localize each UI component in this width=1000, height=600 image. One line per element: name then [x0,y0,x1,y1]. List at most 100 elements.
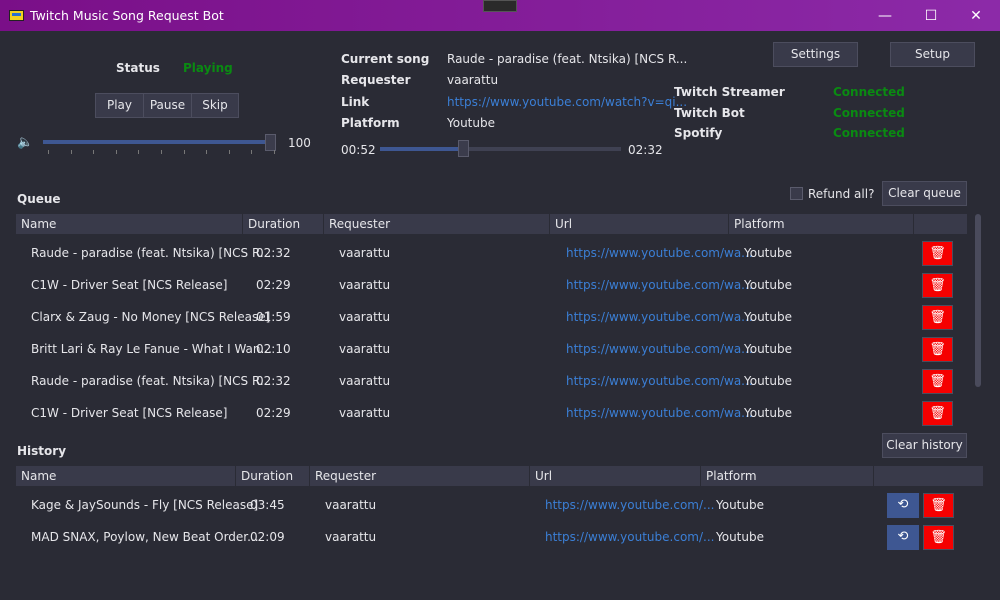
history-cell-url[interactable]: https://www.youtube.com/... [545,498,714,512]
history-cell-platform: Youtube [716,530,764,544]
history-cell-duration: 03:45 [250,498,285,512]
clear-history-button[interactable]: Clear history [882,433,967,458]
queue-row[interactable]: Raude - paradise (feat. Ntsika) [NCS R..… [0,368,1000,398]
queue-cell-requester: vaarattu [339,342,391,356]
queue-row[interactable]: Clarx & Zaug - No Money [NCS Release] 01:… [0,304,1000,334]
queue-cell-name: Raude - paradise (feat. Ntsika) [NCS R..… [31,246,272,260]
close-button[interactable]: ✕ [966,6,986,26]
volume-value: 100 [288,136,311,150]
column-divider[interactable] [913,214,914,234]
queue-cell-platform: Youtube [744,310,792,324]
current-platform: Youtube [447,116,495,130]
replay-button[interactable]: ⟲ [887,493,919,518]
column-divider[interactable] [529,466,530,486]
history-cell-name: MAD SNAX, Poylow, New Beat Order... [31,530,259,544]
queue-column-requester[interactable]: Requester [329,217,390,231]
history-cell-requester: vaarattu [325,498,377,512]
setup-button[interactable]: Setup [890,42,975,67]
delete-button[interactable]: 🗑 [922,241,953,266]
pause-button[interactable]: Pause [143,93,192,118]
settings-button[interactable]: Settings [773,42,858,67]
history-column-duration[interactable]: Duration [241,469,293,483]
volume-tick [228,150,230,154]
delete-button[interactable]: 🗑 [922,337,953,362]
queue-cell-url[interactable]: https://www.youtube.com/wa... [566,406,753,420]
column-divider[interactable] [242,214,243,234]
column-divider[interactable] [873,466,874,486]
volume-tick [70,150,72,154]
queue-cell-name: Raude - paradise (feat. Ntsika) [NCS R..… [31,374,272,388]
column-divider[interactable] [309,466,310,486]
queue-cell-url[interactable]: https://www.youtube.com/wa... [566,310,753,324]
queue-row[interactable]: C1W - Driver Seat [NCS Release] 02:29 vaar… [0,400,1000,430]
delete-button[interactable]: 🗑 [922,305,953,330]
elapsed-time: 00:52 [341,143,376,157]
queue-cell-platform: Youtube [744,278,792,292]
queue-cell-platform: Youtube [744,406,792,420]
refund-all-checkbox[interactable] [790,187,803,200]
delete-button[interactable]: 🗑 [923,525,954,550]
column-divider[interactable] [323,214,324,234]
history-column-requester[interactable]: Requester [315,469,376,483]
queue-column-platform[interactable]: Platform [734,217,785,231]
delete-button[interactable]: 🗑 [923,493,954,518]
queue-cell-duration: 02:29 [256,406,291,420]
queue-cell-duration: 01:59 [256,310,291,324]
history-cell-url[interactable]: https://www.youtube.com/... [545,530,714,544]
maximize-button[interactable]: ☐ [921,6,941,26]
queue-cell-url[interactable]: https://www.youtube.com/wa... [566,246,753,260]
drag-grip[interactable] [483,0,517,12]
queue-cell-duration: 02:32 [256,246,291,260]
progress-slider[interactable] [380,147,621,151]
skip-button[interactable]: Skip [191,93,239,118]
connection-status: Connected [833,105,905,120]
queue-column-url[interactable]: Url [555,217,572,231]
history-row[interactable]: MAD SNAX, Poylow, New Beat Order... 02:09… [0,524,1000,554]
queue-cell-url[interactable]: https://www.youtube.com/wa... [566,374,753,388]
title-bar: Twitch Music Song Request Bot — ☐ ✕ [0,0,1000,31]
history-column-url[interactable]: Url [535,469,552,483]
replay-button[interactable]: ⟲ [887,525,919,550]
play-button[interactable]: Play [95,93,144,118]
queue-cell-platform: Youtube [744,374,792,388]
platform-label: Platform [341,116,400,130]
queue-scrollbar[interactable] [975,214,981,387]
column-divider[interactable] [700,466,701,486]
speaker-icon: 🔈 [17,135,34,150]
progress-thumb[interactable] [458,140,470,157]
volume-thumb[interactable] [265,134,276,151]
column-divider[interactable] [549,214,550,234]
link-label: Link [341,95,370,109]
queue-cell-url[interactable]: https://www.youtube.com/wa... [566,278,753,292]
requester-label: Requester [341,73,411,87]
queue-cell-url[interactable]: https://www.youtube.com/wa... [566,342,753,356]
history-cell-name: Kage & JaySounds - Fly [NCS Release] [31,498,259,512]
volume-tick [251,150,253,154]
delete-button[interactable]: 🗑 [922,401,953,426]
delete-button[interactable]: 🗑 [922,273,953,298]
status-label: Status [116,61,160,75]
minimize-button[interactable]: — [875,6,895,26]
history-column-name[interactable]: Name [21,469,56,483]
column-divider[interactable] [728,214,729,234]
current-link[interactable]: https://www.youtube.com/watch?v=qi... [447,95,687,109]
connection-label: Twitch Streamer [674,85,785,99]
current-song: Raude - paradise (feat. Ntsika) [NCS R..… [447,52,688,66]
connection-status: Connected [833,85,905,99]
column-divider[interactable] [235,466,236,486]
queue-row[interactable]: Raude - paradise (feat. Ntsika) [NCS R..… [0,240,1000,270]
queue-cell-requester: vaarattu [339,374,391,388]
history-column-platform[interactable]: Platform [706,469,757,483]
history-row[interactable]: Kage & JaySounds - Fly [NCS Release] 03:4… [0,492,1000,522]
volume-tick [138,150,140,154]
queue-row[interactable]: C1W - Driver Seat [NCS Release] 02:29 vaar… [0,272,1000,302]
volume-slider[interactable] [43,140,276,144]
queue-row[interactable]: Britt Lari & Ray Le Fanue - What I Wan..… [0,336,1000,366]
queue-column-name[interactable]: Name [21,217,56,231]
queue-cell-requester: vaarattu [339,310,391,324]
clear-queue-button[interactable]: Clear queue [882,181,967,206]
queue-column-duration[interactable]: Duration [248,217,300,231]
delete-button[interactable]: 🗑 [922,369,953,394]
history-cell-requester: vaarattu [325,530,377,544]
queue-header: Name Duration Requester Url Platform [16,214,967,234]
